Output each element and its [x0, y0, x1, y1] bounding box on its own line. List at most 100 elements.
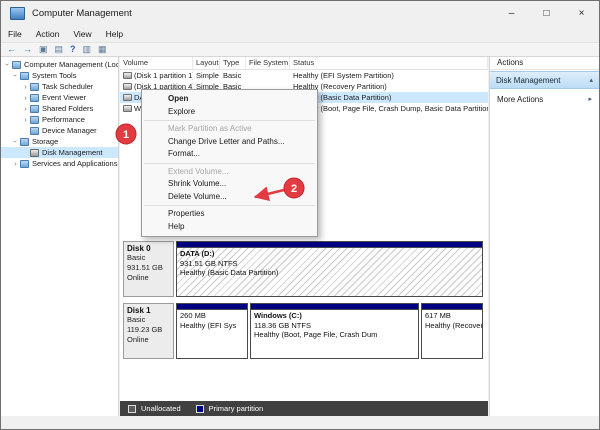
menu-item-explore[interactable]: Explore: [142, 106, 317, 119]
disk-size: 931.51 GB: [127, 263, 163, 272]
tree-item-system-tools[interactable]: › System Tools: [1, 70, 118, 81]
disk-type: Basic: [127, 253, 146, 262]
volume-status: Healthy (EFI System Partition): [293, 71, 394, 80]
title-bar: Computer Management – □ ×: [1, 1, 599, 25]
console-tree-icon[interactable]: ▣: [39, 45, 48, 54]
chevron-right-icon[interactable]: ›: [21, 115, 30, 124]
help-icon[interactable]: ?: [70, 45, 76, 54]
partition-title: 260 MB: [180, 311, 206, 320]
menu-bar: File Action View Help: [1, 25, 599, 42]
menu-item-properties[interactable]: Properties: [142, 208, 317, 221]
tree-item-computer-management[interactable]: › Computer Management (Local: [1, 59, 118, 70]
volume-status: Healthy (Recovery Partition): [293, 82, 387, 91]
legend-primary-label: Primary partition: [208, 404, 264, 413]
menu-action[interactable]: Action: [29, 28, 67, 40]
menu-item-help[interactable]: Help: [142, 221, 317, 234]
tree-item-storage[interactable]: › Storage: [1, 136, 118, 147]
disk-status: Online: [127, 335, 149, 344]
partition-status: Healthy (Basic Data Partition): [180, 268, 279, 277]
maximize-button[interactable]: □: [529, 1, 564, 25]
legend-unallocated-label: Unallocated: [141, 404, 181, 413]
window-title: Computer Management: [32, 7, 132, 19]
views-icon[interactable]: ▦: [98, 45, 107, 54]
chevron-right-icon[interactable]: ›: [21, 82, 30, 91]
actions-disk-management-header[interactable]: Disk Management ▴: [490, 71, 599, 89]
unallocated-swatch-icon: [128, 404, 136, 413]
window-pane-icon[interactable]: ▤: [55, 45, 64, 54]
volume-status: Healthy (Boot, Page File, Crash Dump, Ba…: [293, 104, 488, 113]
tree-item-label: Disk Management: [42, 148, 103, 157]
menu-view[interactable]: View: [66, 28, 98, 40]
column-header-file-system[interactable]: File System: [246, 57, 290, 69]
chevron-down-icon[interactable]: ›: [11, 137, 20, 146]
export-list-icon[interactable]: ▥: [83, 45, 92, 54]
disk-1-label[interactable]: Disk 1 Basic 119.23 GB Online: [123, 303, 174, 359]
tree-item-device-manager[interactable]: Device Manager: [1, 125, 118, 136]
partition-status: Healthy (Recovery: [425, 320, 482, 330]
app-icon: [10, 6, 25, 20]
menu-item-format[interactable]: Format...: [142, 148, 317, 161]
collapse-up-icon[interactable]: ▴: [589, 76, 593, 84]
chevron-right-icon[interactable]: ›: [11, 159, 20, 168]
close-button[interactable]: ×: [564, 1, 599, 25]
disk-management-icon: [30, 148, 39, 157]
tree-item-label: Shared Folders: [42, 104, 94, 113]
tree-item-performance[interactable]: › Performance: [1, 114, 118, 125]
volume-layout: Simple: [196, 71, 219, 80]
column-header-volume[interactable]: Volume: [120, 57, 193, 69]
partition-recovery[interactable]: 617 MB Healthy (Recovery: [421, 303, 483, 359]
forward-icon[interactable]: →: [23, 45, 32, 54]
tree-item-shared-folders[interactable]: › Shared Folders: [1, 103, 118, 114]
tree-item-label: Event Viewer: [42, 93, 87, 102]
tree-item-label: Services and Applications: [32, 159, 118, 168]
partition-size: 118.36 GB NTFS: [254, 320, 311, 330]
device-manager-icon: [30, 126, 39, 135]
tree-item-label: Storage: [32, 137, 59, 146]
tree-item-disk-management[interactable]: Disk Management: [1, 147, 118, 158]
minimize-button[interactable]: –: [494, 1, 529, 25]
tree-item-services-and-applications[interactable]: › Services and Applications: [1, 158, 118, 169]
disk-0-row: Disk 0 Basic 931.51 GB Online DATA (D:) …: [123, 241, 485, 297]
menu-item-open[interactable]: Open: [142, 93, 317, 106]
menu-file[interactable]: File: [1, 28, 29, 40]
partition-windows-c[interactable]: Windows (C:) 118.36 GB NTFS Healthy (Boo…: [250, 303, 419, 359]
primary-partition-swatch-icon: [195, 404, 204, 413]
services-icon: [20, 159, 29, 168]
console-tree-pane: › Computer Management (Local › System To…: [1, 57, 119, 416]
chevron-down-icon[interactable]: ›: [3, 60, 12, 69]
menu-help[interactable]: Help: [99, 28, 130, 40]
tree-item-event-viewer[interactable]: › Event Viewer: [1, 92, 118, 103]
partition-data-d[interactable]: DATA (D:) 931.51 GB NTFS Healthy (Basic …: [176, 241, 483, 297]
volume-icon: [123, 94, 132, 101]
system-tools-icon: [20, 71, 29, 80]
computer-management-window: Computer Management – □ × File Action Vi…: [0, 0, 600, 430]
chevron-right-icon[interactable]: ›: [21, 104, 30, 113]
partition-efi[interactable]: 260 MB Healthy (EFI Sys: [176, 303, 248, 359]
menu-item-change-drive-letter[interactable]: Change Drive Letter and Paths...: [142, 136, 317, 149]
menu-item-delete-volume[interactable]: Delete Volume...: [142, 191, 317, 204]
disk-0-partitions: DATA (D:) 931.51 GB NTFS Healthy (Basic …: [176, 241, 485, 297]
actions-pane: Actions Disk Management ▴ More Actions ▸: [489, 57, 599, 416]
partition-size: 931.51 GB NTFS: [180, 258, 238, 268]
volume-row[interactable]: (Disk 1 partition 1) Simple Basic Health…: [120, 70, 488, 81]
volume-type: Basic: [223, 71, 242, 80]
disk-1-row: Disk 1 Basic 119.23 GB Online 260 MB Hea…: [123, 303, 485, 359]
disk-0-label[interactable]: Disk 0 Basic 931.51 GB Online: [123, 241, 174, 297]
chevron-down-icon[interactable]: ›: [11, 71, 20, 80]
computer-icon: [12, 60, 21, 69]
chevron-right-icon[interactable]: ›: [21, 93, 30, 102]
more-actions-item[interactable]: More Actions ▸: [490, 92, 599, 106]
more-actions-label: More Actions: [497, 94, 544, 104]
menu-item-shrink-volume[interactable]: Shrink Volume...: [142, 178, 317, 191]
disk-type: Basic: [127, 315, 146, 324]
column-header-status[interactable]: Status: [290, 57, 488, 69]
back-icon[interactable]: ←: [7, 45, 16, 54]
volume-list-header: Volume Layout Type File System Status: [120, 57, 488, 70]
column-header-layout[interactable]: Layout: [193, 57, 220, 69]
volume-context-menu: Open Explore Mark Partition as Active Ch…: [141, 89, 318, 237]
partition-status: Healthy (Boot, Page File, Crash Dum: [254, 330, 378, 339]
expand-right-icon[interactable]: ▸: [588, 95, 592, 103]
column-header-type[interactable]: Type: [220, 57, 246, 69]
volume-icon: [123, 105, 132, 112]
tree-item-task-scheduler[interactable]: › Task Scheduler: [1, 81, 118, 92]
